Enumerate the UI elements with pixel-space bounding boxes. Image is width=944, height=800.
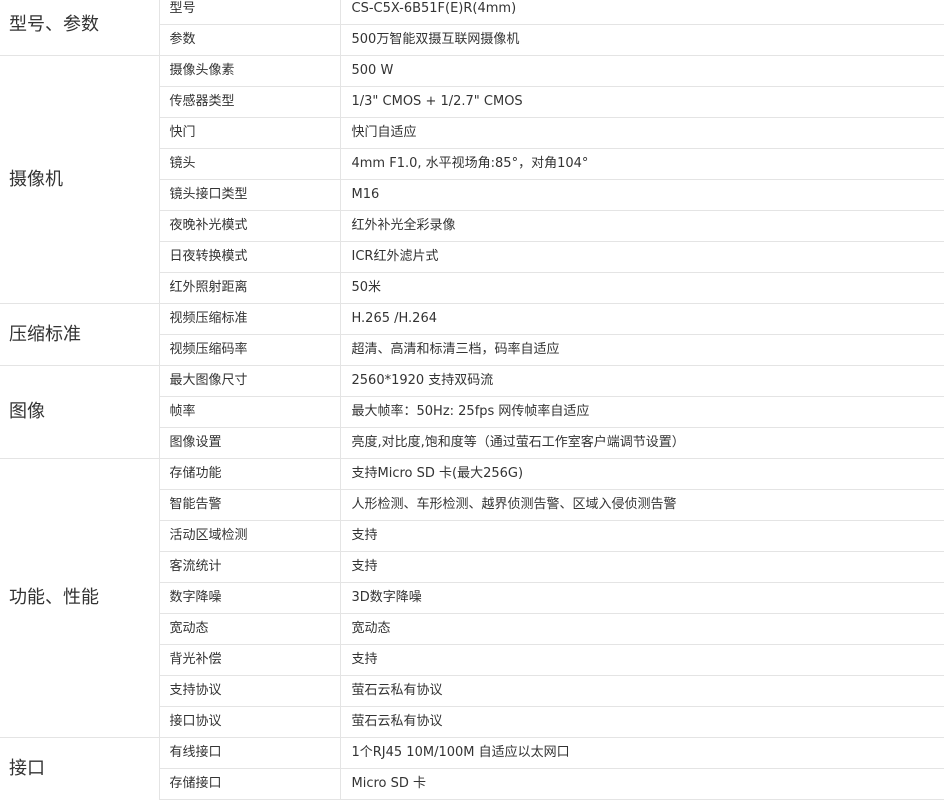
category-cell: 摄像机 [0,55,159,304]
spec-label: 存储功能 [158,458,340,490]
spec-value: 快门自适应 [339,117,944,149]
spec-label: 摄像头像素 [158,55,340,87]
spec-label: 存储接口 [158,768,340,800]
category-cell: 型号、参数 [9,13,99,35]
spec-table: 型号、参数 型号 CS-C5X-6B51F(E)R(4mm) 参数 500万智能双摄互联… [0,0,944,800]
spec-value: 宽动态 [339,613,944,645]
category-cell: 功能、性能 [0,458,159,738]
spec-label: 帧率 [158,396,340,428]
spec-label: 接口协议 [158,706,340,738]
spec-value: 支持 [339,644,944,676]
spec-value: 萤石云私有协议 [339,706,944,738]
spec-value: 3D数字降噪 [339,582,944,614]
spec-value: CS-C5X-6B51F(E)R(4mm) [339,0,944,25]
spec-label: 活动区域检测 [158,520,340,552]
spec-value: 亮度,对比度,饱和度等（通过萤石工作室客户端调节设置） [339,427,944,459]
spec-value: 支持 [339,520,944,552]
spec-label: 型号 [158,0,340,25]
spec-value: H.265 /H.264 [339,303,944,335]
spec-label: 参数 [158,24,340,56]
spec-row: 摄像机 摄像头像素 500 W [0,55,944,304]
spec-value: 萤石云私有协议 [339,675,944,707]
spec-value: 超清、高清和标清三档，码率自适应 [339,334,944,366]
spec-label: 图像设置 [158,427,340,459]
spec-value: 1/3" CMOS + 1/2.7" CMOS [339,86,944,118]
spec-label: 夜晚补光模式 [158,210,340,242]
spec-label: 智能告警 [158,489,340,521]
spec-table-body: 型号、参数 型号 CS-C5X-6B51F(E)R(4mm) 参数 500万智能双摄互联… [0,0,944,800]
spec-value: M16 [339,179,944,211]
spec-label: 宽动态 [158,613,340,645]
category-cell: 压缩标准 [0,303,159,366]
spec-value: 500 W [339,55,944,87]
spec-value: 500万智能双摄互联网摄像机 [339,24,944,56]
spec-row: 压缩标准 视频压缩标准 H.265 /H.264 [0,303,944,366]
spec-value: 50米 [339,272,944,304]
spec-value: 4mm F1.0, 水平视场角:85°，对角104° [339,148,944,180]
spec-row: 图像 最大图像尺寸 2560*1920 支持双码流 [0,365,944,459]
spec-row: 接口 有线接口 1个RJ45 10M/100M 自适应以太网口 [0,737,944,800]
spec-label: 日夜转换模式 [158,241,340,273]
spec-label: 背光补偿 [158,644,340,676]
spec-label: 视频压缩码率 [158,334,340,366]
spec-label: 数字降噪 [158,582,340,614]
spec-value: 2560*1920 支持双码流 [339,365,944,397]
spec-label: 镜头接口类型 [158,179,340,211]
spec-value: 支持 [339,551,944,583]
spec-label: 支持协议 [158,675,340,707]
spec-label: 传感器类型 [158,86,340,118]
spec-label: 最大图像尺寸 [158,365,340,397]
spec-value: 红外补光全彩录像 [339,210,944,242]
spec-label: 镜头 [158,148,340,180]
category-cell: 图像 [0,365,159,459]
spec-row: 型号、参数 型号 CS-C5X-6B51F(E)R(4mm) [0,0,944,35]
spec-value: ICR红外滤片式 [339,241,944,273]
spec-value: 支持Micro SD 卡(最大256G) [339,458,944,490]
spec-label: 视频压缩标准 [158,303,340,335]
spec-label: 有线接口 [158,737,340,769]
spec-value: 1个RJ45 10M/100M 自适应以太网口 [339,737,944,769]
spec-label: 客流统计 [158,551,340,583]
spec-value: Micro SD 卡 [339,768,944,800]
spec-label: 红外照射距离 [158,272,340,304]
spec-label: 快门 [158,117,340,149]
spec-value: 人形检测、车形检测、越界侦测告警、区域入侵侦测告警 [339,489,944,521]
spec-value: 最大帧率：50Hz: 25fps 网传帧率自适应 [339,396,944,428]
spec-row: 功能、性能 存储功能 支持Micro SD 卡(最大256G) [0,458,944,738]
category-cell: 接口 [0,737,159,800]
